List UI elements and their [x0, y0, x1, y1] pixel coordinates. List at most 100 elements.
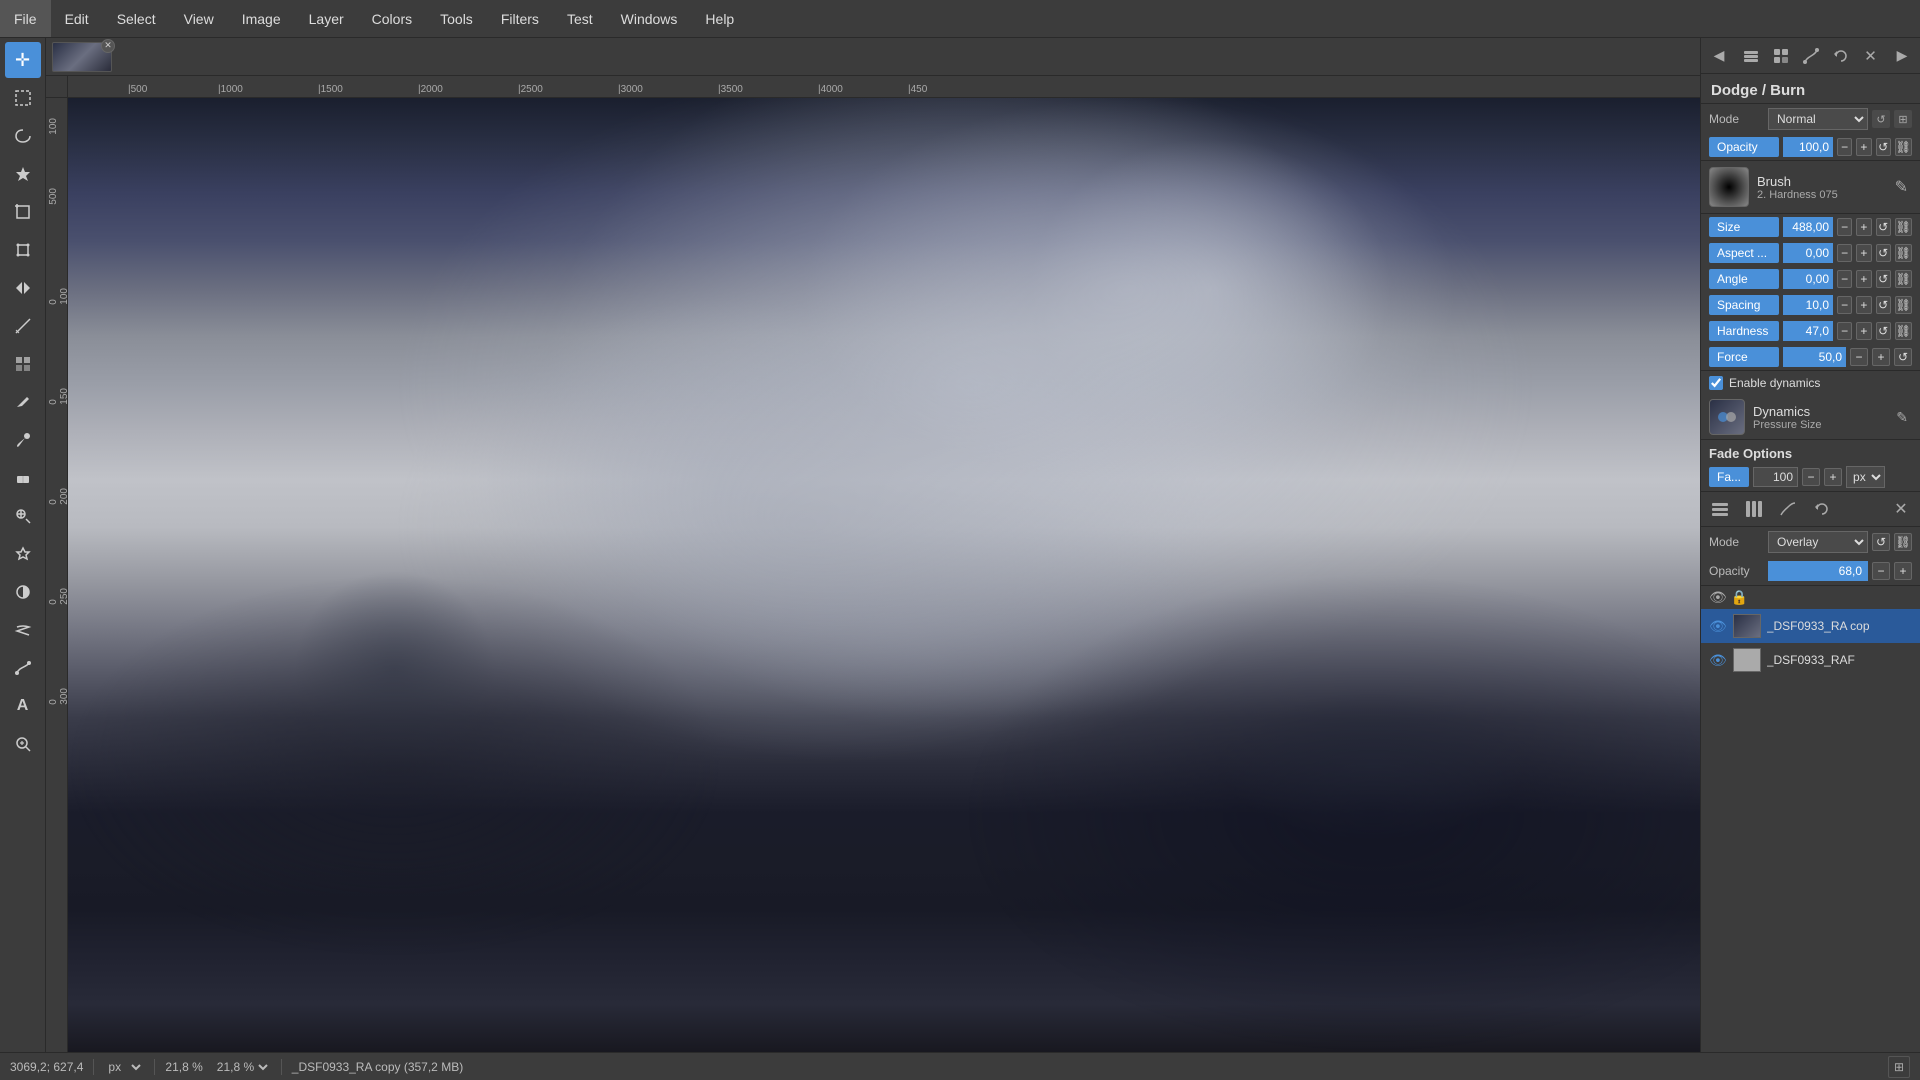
hardness-reset-btn[interactable]: ↺ — [1876, 322, 1891, 340]
force-plus-btn[interactable]: + — [1872, 348, 1890, 366]
panel-extra-icon[interactable]: ✕ — [1857, 42, 1885, 70]
enable-dynamics-checkbox[interactable] — [1709, 376, 1723, 390]
angle-minus-btn[interactable]: − — [1837, 270, 1852, 288]
size-minus-btn[interactable]: − — [1837, 218, 1852, 236]
mode-select[interactable]: Normal Dodge Burn — [1768, 108, 1868, 130]
tab-undo-icon[interactable] — [1807, 494, 1837, 524]
size-chain-btn[interactable]: ⛓ — [1895, 218, 1912, 236]
size-label-btn[interactable]: Size — [1709, 217, 1779, 237]
size-reset-btn[interactable]: ↺ — [1876, 218, 1891, 236]
fade-plus-btn[interactable]: + — [1824, 468, 1842, 486]
menu-colors[interactable]: Colors — [358, 0, 426, 37]
spacing-minus-btn[interactable]: − — [1837, 296, 1852, 314]
opacity-label-btn[interactable]: Opacity — [1709, 137, 1779, 157]
fuzzy-select-tool[interactable] — [5, 156, 41, 192]
panel-layers-icon[interactable] — [1737, 42, 1765, 70]
measure-tool[interactable] — [5, 308, 41, 344]
layer-mode-reset-btn[interactable]: ↺ — [1872, 533, 1890, 551]
zoom-tool[interactable] — [5, 726, 41, 762]
pencil-tool[interactable] — [5, 384, 41, 420]
angle-chain-btn[interactable]: ⛓ — [1895, 270, 1912, 288]
opacity-reset-btn[interactable]: ↺ — [1876, 138, 1891, 156]
aspect-chain-btn[interactable]: ⛓ — [1895, 244, 1912, 262]
visibility-toggle-icon[interactable]: 👁 — [1709, 589, 1727, 606]
menu-layer[interactable]: Layer — [295, 0, 358, 37]
opacity-minus-btn[interactable]: − — [1837, 138, 1852, 156]
aspect-reset-btn[interactable]: ↺ — [1876, 244, 1891, 262]
hardness-minus-btn[interactable]: − — [1837, 322, 1852, 340]
eraser-tool[interactable] — [5, 460, 41, 496]
mode-extra-btn[interactable]: ⊞ — [1894, 110, 1912, 128]
smudge-tool[interactable] — [5, 612, 41, 648]
tab-layers-icon[interactable] — [1705, 494, 1735, 524]
aspect-minus-btn[interactable]: − — [1837, 244, 1852, 262]
angle-label-btn[interactable]: Angle — [1709, 269, 1779, 289]
zoom-dropdown[interactable]: 21,8 % 25 % 50 % 100 % — [213, 1059, 271, 1075]
crop-tool[interactable] — [5, 194, 41, 230]
force-label-btn[interactable]: Force — [1709, 347, 1779, 367]
panel-prev-btn[interactable]: ◀ — [1707, 44, 1731, 68]
thumbnail-close-btn[interactable]: ✕ — [101, 39, 115, 53]
size-plus-btn[interactable]: + — [1856, 218, 1871, 236]
path-tool[interactable] — [5, 650, 41, 686]
text-tool[interactable]: A — [5, 688, 41, 724]
force-reset-btn[interactable]: ↺ — [1894, 348, 1912, 366]
menu-edit[interactable]: Edit — [51, 0, 103, 37]
hardness-label-btn[interactable]: Hardness — [1709, 321, 1779, 341]
fade-value-input[interactable] — [1753, 467, 1798, 487]
tab-columns-icon[interactable] — [1739, 494, 1769, 524]
aspect-plus-btn[interactable]: + — [1856, 244, 1871, 262]
spacing-label-btn[interactable]: Spacing — [1709, 295, 1779, 315]
move-tool[interactable]: ✛ — [5, 42, 41, 78]
lasso-tool[interactable] — [5, 118, 41, 154]
layer-opacity-minus-btn[interactable]: − — [1872, 562, 1890, 580]
layer-opacity-plus-btn[interactable]: + — [1894, 562, 1912, 580]
mode-reset-btn[interactable]: ↺ — [1872, 110, 1890, 128]
menu-windows[interactable]: Windows — [607, 0, 692, 37]
panel-next-btn[interactable]: ▶ — [1890, 44, 1914, 68]
layer-0-eye-icon[interactable]: 👁 — [1709, 618, 1727, 635]
menu-filters[interactable]: Filters — [487, 0, 553, 37]
menu-test[interactable]: Test — [553, 0, 607, 37]
aspect-label-btn[interactable]: Aspect ... — [1709, 243, 1779, 263]
spacing-plus-btn[interactable]: + — [1856, 296, 1871, 314]
menu-tools[interactable]: Tools — [426, 0, 487, 37]
clone-tool[interactable] — [5, 498, 41, 534]
layer-row-1[interactable]: 👁 _DSF0933_RAF — [1701, 643, 1920, 677]
dynamics-edit-btn[interactable]: ✎ — [1892, 409, 1912, 426]
tab-curves-icon[interactable] — [1773, 494, 1803, 524]
rect-select-tool[interactable] — [5, 80, 41, 116]
fade-label-btn[interactable]: Fa... — [1709, 467, 1749, 487]
layer-mode-select[interactable]: Overlay Normal Multiply Screen — [1768, 531, 1868, 553]
tab-close-icon[interactable]: ✕ — [1886, 494, 1916, 524]
heal-tool[interactable] — [5, 536, 41, 572]
hardness-plus-btn[interactable]: + — [1856, 322, 1871, 340]
brush-preview[interactable] — [1709, 167, 1749, 207]
angle-reset-btn[interactable]: ↺ — [1876, 270, 1891, 288]
menu-view[interactable]: View — [170, 0, 228, 37]
force-minus-btn[interactable]: − — [1850, 348, 1868, 366]
opacity-chain-btn[interactable]: ⛓ — [1895, 138, 1912, 156]
menu-file[interactable]: File — [0, 0, 51, 37]
fade-unit-select[interactable]: px % — [1846, 466, 1885, 488]
image-thumbnail[interactable]: ✕ — [52, 42, 112, 72]
layer-1-eye-icon[interactable]: 👁 — [1709, 652, 1727, 669]
canvas-container[interactable] — [68, 98, 1700, 1052]
panel-paths-icon[interactable] — [1797, 42, 1825, 70]
angle-plus-btn[interactable]: + — [1856, 270, 1871, 288]
menu-image[interactable]: Image — [228, 0, 295, 37]
panel-undo-icon[interactable] — [1827, 42, 1855, 70]
status-extra-btn[interactable]: ⊞ — [1888, 1056, 1910, 1078]
opacity-plus-btn[interactable]: + — [1856, 138, 1871, 156]
hardness-chain-btn[interactable]: ⛓ — [1895, 322, 1912, 340]
dodge-burn-tool[interactable] — [5, 574, 41, 610]
menu-help[interactable]: Help — [691, 0, 748, 37]
layer-row-0[interactable]: 👁 _DSF0933_RA cop — [1701, 609, 1920, 643]
spacing-chain-btn[interactable]: ⛓ — [1895, 296, 1912, 314]
menu-select[interactable]: Select — [103, 0, 170, 37]
fade-minus-btn[interactable]: − — [1802, 468, 1820, 486]
layer-mode-chain-btn[interactable]: ⛓ — [1894, 533, 1912, 551]
flip-tool[interactable] — [5, 270, 41, 306]
grid-tool[interactable] — [5, 346, 41, 382]
unit-select[interactable]: px mm cm — [104, 1059, 144, 1075]
